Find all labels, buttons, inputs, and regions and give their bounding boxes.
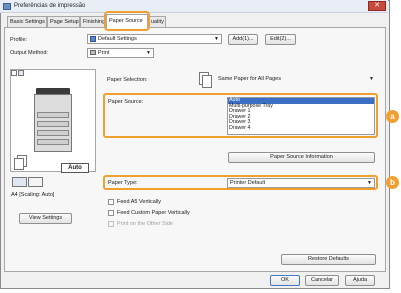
- cancel-button[interactable]: Cancelar: [305, 275, 339, 286]
- tab-basic-settings[interactable]: Basic Settings: [7, 16, 47, 27]
- preview-status-text: A4 [Scaling: Auto]: [11, 192, 55, 198]
- paper-selection-value: Same Paper for All Pages: [218, 76, 281, 82]
- profile-label: Profile:: [10, 37, 28, 43]
- feed-a5-vertically-label: Feed A5 Vertically: [117, 199, 162, 205]
- callout-badge-a: a: [386, 110, 399, 123]
- paper-stack-icon: [14, 158, 24, 170]
- printer-icon: [90, 50, 96, 56]
- paper-type-value: Printer Default: [230, 180, 266, 186]
- paper-source-list[interactable]: Auto Multi-purpose Tray Drawer 1 Drawer …: [227, 97, 375, 135]
- output-method-value: Print: [98, 50, 110, 56]
- view-settings-button[interactable]: View Settings: [19, 213, 72, 224]
- feed-custom-paper-vertically-checkbox[interactable]: [108, 210, 114, 216]
- window-title: Preferências de impressão: [14, 3, 86, 9]
- printer-drawer-2: [37, 121, 69, 127]
- copy-icon[interactable]: [12, 177, 27, 187]
- edit-profile-button[interactable]: Edit(2)...: [265, 34, 296, 45]
- chevron-down-icon: ▼: [214, 36, 219, 42]
- paper-source-label: Paper Source:: [108, 99, 144, 105]
- printer-app-icon: [3, 3, 11, 10]
- auto-source-indicator: Auto: [61, 163, 89, 173]
- feed-a5-vertically-checkbox[interactable]: [108, 199, 114, 205]
- close-button[interactable]: ✕: [368, 1, 386, 11]
- paper-selection-label: Paper Selection:: [107, 77, 148, 83]
- paper-type-label: Paper Type:: [108, 180, 138, 186]
- chevron-down-icon: ▼: [367, 180, 372, 186]
- paper-type-select[interactable]: Printer Default ▼: [227, 178, 375, 188]
- add-profile-button[interactable]: Add(1)...: [228, 34, 258, 45]
- callout-badge-b: b: [386, 176, 399, 189]
- profile-icon: [90, 35, 96, 42]
- grid-view-icon[interactable]: [18, 70, 24, 76]
- profile-value: Default Settings: [98, 36, 137, 42]
- key-icon[interactable]: [28, 177, 43, 187]
- paper-source-information-button[interactable]: Paper Source Information: [228, 152, 375, 163]
- output-method-select[interactable]: Print ▼: [87, 48, 154, 58]
- restore-defaults-button[interactable]: Restore Defaults: [281, 254, 376, 265]
- list-item[interactable]: Drawer 4: [228, 125, 374, 132]
- feed-custom-paper-vertically-label: Feed Custom Paper Vertically: [117, 210, 190, 216]
- tab-quality[interactable]: uality: [148, 16, 166, 27]
- chevron-down-icon: ▼: [146, 50, 151, 56]
- paper-selection-icon: [202, 75, 212, 88]
- single-page-view-icon[interactable]: [11, 70, 17, 76]
- paper-selection-select[interactable]: Same Paper for All Pages ▼: [215, 74, 377, 84]
- profile-select[interactable]: Default Settings ▼: [87, 34, 222, 44]
- output-method-label: Output Method:: [10, 50, 48, 56]
- ok-button[interactable]: OK: [270, 275, 300, 286]
- printer-drawer-1: [37, 112, 69, 118]
- printer-drawer-3: [37, 130, 69, 136]
- print-on-other-side-checkbox[interactable]: [108, 221, 114, 227]
- tab-page-setup[interactable]: Page Setup: [47, 16, 80, 27]
- chevron-down-icon: ▼: [369, 76, 374, 82]
- tab-finishing[interactable]: Finishing: [80, 16, 106, 27]
- print-on-other-side-label: Print on the Other Side: [117, 221, 173, 227]
- help-button[interactable]: Ajuda: [345, 275, 375, 286]
- printer-drawer-4: [37, 139, 69, 145]
- tab-highlight-frame: [104, 11, 150, 31]
